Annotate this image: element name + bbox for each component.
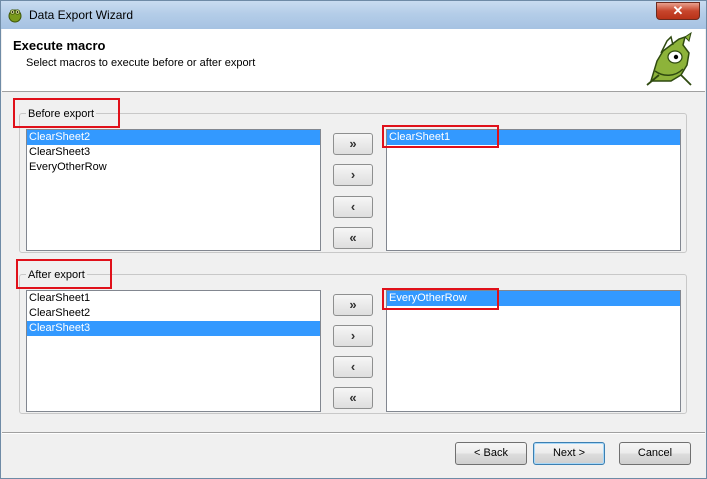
app-frog-icon: [8, 9, 22, 23]
page-subtitle: Select macros to execute before or after…: [26, 57, 256, 69]
footer-divider: [2, 432, 705, 434]
page-title: Execute macro: [13, 38, 106, 53]
highlight-after-chosen: [382, 288, 499, 310]
cancel-button[interactable]: Cancel: [619, 442, 691, 465]
before-available-list[interactable]: ClearSheet2 ClearSheet3 EveryOtherRow: [26, 129, 321, 251]
highlight-before-label: [13, 98, 120, 128]
highlight-after-label: [16, 259, 112, 289]
wizard-frog-logo: [646, 31, 692, 86]
list-item[interactable]: ClearSheet3: [27, 321, 320, 336]
list-item[interactable]: ClearSheet2: [27, 306, 320, 321]
back-button[interactable]: < Back: [455, 442, 527, 465]
next-button[interactable]: Next >: [533, 442, 605, 465]
window-title: Data Export Wizard: [29, 8, 134, 22]
before-remove-all-button[interactable]: «: [333, 227, 373, 249]
close-icon: ✕: [672, 3, 684, 18]
close-button[interactable]: ✕: [656, 2, 700, 20]
list-item[interactable]: ClearSheet1: [27, 291, 320, 306]
after-add-all-button[interactable]: »: [333, 294, 373, 316]
after-available-list[interactable]: ClearSheet1 ClearSheet2 ClearSheet3: [26, 290, 321, 412]
after-remove-button[interactable]: ‹: [333, 356, 373, 378]
before-add-all-button[interactable]: »: [333, 133, 373, 155]
after-remove-all-button[interactable]: «: [333, 387, 373, 409]
after-add-button[interactable]: ›: [333, 325, 373, 347]
list-item[interactable]: EveryOtherRow: [27, 160, 320, 175]
before-add-button[interactable]: ›: [333, 164, 373, 186]
data-export-wizard-window: Data Export Wizard ✕ Execute macro Selec…: [0, 0, 707, 479]
list-item[interactable]: ClearSheet3: [27, 145, 320, 160]
list-item[interactable]: ClearSheet2: [27, 130, 320, 145]
highlight-before-chosen: [382, 125, 499, 148]
before-remove-button[interactable]: ‹: [333, 196, 373, 218]
wizard-header: Execute macro Select macros to execute b…: [2, 29, 705, 92]
title-bar[interactable]: Data Export Wizard ✕: [1, 1, 706, 29]
